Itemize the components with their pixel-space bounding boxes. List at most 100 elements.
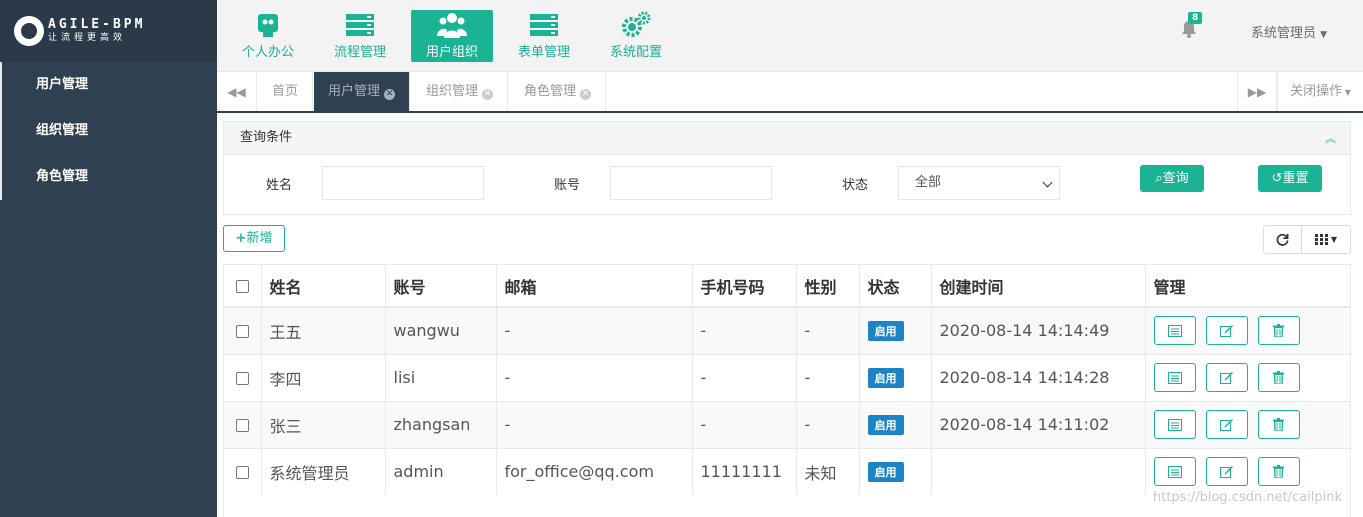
nav-form-mgmt[interactable]: 表单管理 (503, 10, 585, 62)
cell-phone: 11111111 (692, 447, 797, 495)
close-icon[interactable]: ✕ (384, 89, 396, 100)
status-label: 状态 (842, 178, 869, 193)
name-label: 姓名 (266, 178, 293, 193)
cell-gender: 未知 (796, 447, 860, 495)
row-checkbox[interactable] (235, 419, 249, 432)
select-all-checkbox[interactable] (235, 280, 249, 293)
plus-icon: + (235, 231, 247, 246)
tab-home[interactable]: 首页 (258, 72, 314, 111)
nav-user-org[interactable]: 用户组织 (411, 10, 493, 62)
detail-button[interactable] (1153, 457, 1196, 487)
status-badge: 启用 (867, 368, 904, 388)
trash-icon (1273, 324, 1285, 338)
cell-name: 系统管理员 (261, 447, 386, 495)
table-row[interactable]: 王五 wangwu - - - 启用 2020-08-14 14:14:49 (224, 306, 1350, 354)
reset-button[interactable]: ↺重置 (1258, 165, 1322, 192)
top-navbar: 个人办公 流程管理 用户组织 表单管理 系统配置 8 系统管理员 ▼ (217, 0, 1363, 72)
cell-created: 2020-08-14 14:14:28 (931, 353, 1146, 401)
cell-phone: - (692, 353, 797, 401)
column-header-name[interactable]: 姓名 (261, 265, 386, 308)
close-icon[interactable]: ✕ (482, 89, 494, 100)
status-select-value: 全部 (915, 175, 942, 190)
nav-label: 用户组织 (425, 45, 478, 60)
tab-role-mgmt[interactable]: 角色管理 ✕ (510, 72, 607, 111)
users-icon (411, 10, 493, 40)
search-button[interactable]: ⌕查询 (1140, 165, 1204, 192)
add-button[interactable]: +新增 (223, 225, 285, 252)
column-header-gender[interactable]: 性别 (796, 265, 860, 308)
delete-button[interactable] (1257, 316, 1300, 346)
detail-button[interactable] (1153, 316, 1196, 346)
nav-label: 系统配置 (609, 45, 662, 60)
server-icon (503, 10, 585, 40)
delete-button[interactable] (1257, 363, 1300, 392)
user-menu[interactable]: 系统管理员 ▼ (1251, 22, 1327, 41)
table-row[interactable]: 李四 lisi - - - 启用 2020-08-14 14:14:28 (224, 353, 1350, 401)
column-header-phone[interactable]: 手机号码 (692, 265, 797, 308)
cell-name: 王五 (261, 306, 386, 354)
edit-button[interactable] (1205, 410, 1248, 439)
cell-gender: - (796, 306, 860, 354)
cell-email: for_office@qq.com (496, 447, 693, 495)
sidebar-item-org-mgmt[interactable]: 组织管理 (2, 108, 217, 154)
briefcase-icon (227, 10, 309, 40)
tab-user-mgmt[interactable]: 用户管理 ✕ (314, 72, 411, 111)
column-header-email[interactable]: 邮箱 (496, 265, 693, 308)
nav-process-mgmt[interactable]: 流程管理 (319, 10, 401, 62)
collapse-icon[interactable]: ︽ (1325, 130, 1336, 146)
tab-scroll-left[interactable]: ◀◀ (217, 72, 257, 111)
nav-system-config[interactable]: 系统配置 (595, 10, 677, 62)
cell-created: 2020-08-14 14:11:02 (931, 400, 1146, 448)
nav-label: 表单管理 (517, 45, 570, 60)
edit-button[interactable] (1205, 316, 1248, 346)
caret-down-icon: ▼ (1330, 235, 1338, 244)
refresh-button[interactable] (1263, 225, 1302, 254)
query-panel-title: 查询条件 (224, 122, 1350, 155)
nav-personal-office[interactable]: 个人办公 (227, 10, 309, 62)
edit-button[interactable] (1205, 457, 1248, 487)
grid-icon (1314, 234, 1328, 245)
detail-button[interactable] (1153, 363, 1196, 392)
list-alt-icon (1167, 371, 1182, 384)
status-select[interactable]: 全部 (898, 166, 1060, 200)
brand-name: AGILE-BPM (48, 16, 146, 32)
row-checkbox[interactable] (235, 372, 249, 385)
account-input[interactable] (610, 166, 772, 200)
close-icon[interactable]: ✕ (580, 89, 592, 100)
cell-actions (1145, 447, 1350, 495)
row-checkbox[interactable] (235, 466, 249, 480)
list-alt-icon (1167, 324, 1182, 337)
tab-label: 用户管理 (328, 84, 381, 99)
cell-email: - (496, 353, 693, 401)
column-header-account[interactable]: 账号 (385, 265, 497, 308)
cell-account: admin (385, 447, 497, 495)
undo-icon: ↺ (1271, 171, 1283, 186)
select-all-cell (224, 265, 262, 308)
query-panel: 查询条件 ︽ 姓名 账号 状态 全部 ⌕查询 ↺重置 (223, 121, 1351, 215)
list-alt-icon (1167, 465, 1182, 478)
tab-bar: ◀◀ 首页 用户管理 ✕ 组织管理 ✕ 角色管理 ✕ ▶▶ 关闭操作 ▼ (217, 72, 1363, 113)
user-table: 姓名 账号 邮箱 手机号码 性别 状态 创建时间 管理 王五 wangwu - … (223, 264, 1351, 517)
column-header-created[interactable]: 创建时间 (931, 265, 1146, 308)
sidebar-item-user-mgmt[interactable]: 用户管理 (2, 62, 217, 108)
logo-icon (14, 16, 44, 46)
detail-button[interactable] (1153, 410, 1196, 439)
logo[interactable]: AGILE-BPM 让流程更高效 (0, 0, 217, 62)
table-row[interactable]: 系统管理员 admin for_office@qq.com 11111111 未… (224, 447, 1350, 495)
tab-scroll-right[interactable]: ▶▶ (1237, 72, 1277, 111)
cell-name: 张三 (261, 400, 386, 448)
sidebar-item-role-mgmt[interactable]: 角色管理 (2, 154, 217, 200)
table-row[interactable]: 张三 zhangsan - - - 启用 2020-08-14 14:11:02 (224, 400, 1350, 448)
name-input[interactable] (322, 166, 484, 200)
cell-email: - (496, 306, 693, 354)
delete-button[interactable] (1257, 457, 1300, 487)
delete-button[interactable] (1257, 410, 1300, 439)
column-header-status[interactable]: 状态 (859, 265, 932, 308)
cell-gender: - (796, 400, 860, 448)
tab-org-mgmt[interactable]: 组织管理 ✕ (412, 72, 509, 111)
edit-button[interactable] (1205, 363, 1248, 392)
cell-account: wangwu (385, 306, 497, 354)
row-checkbox[interactable] (235, 325, 249, 339)
close-operations-dropdown[interactable]: 关闭操作 ▼ (1277, 72, 1363, 111)
columns-toggle-button[interactable]: ▼ (1301, 225, 1351, 254)
